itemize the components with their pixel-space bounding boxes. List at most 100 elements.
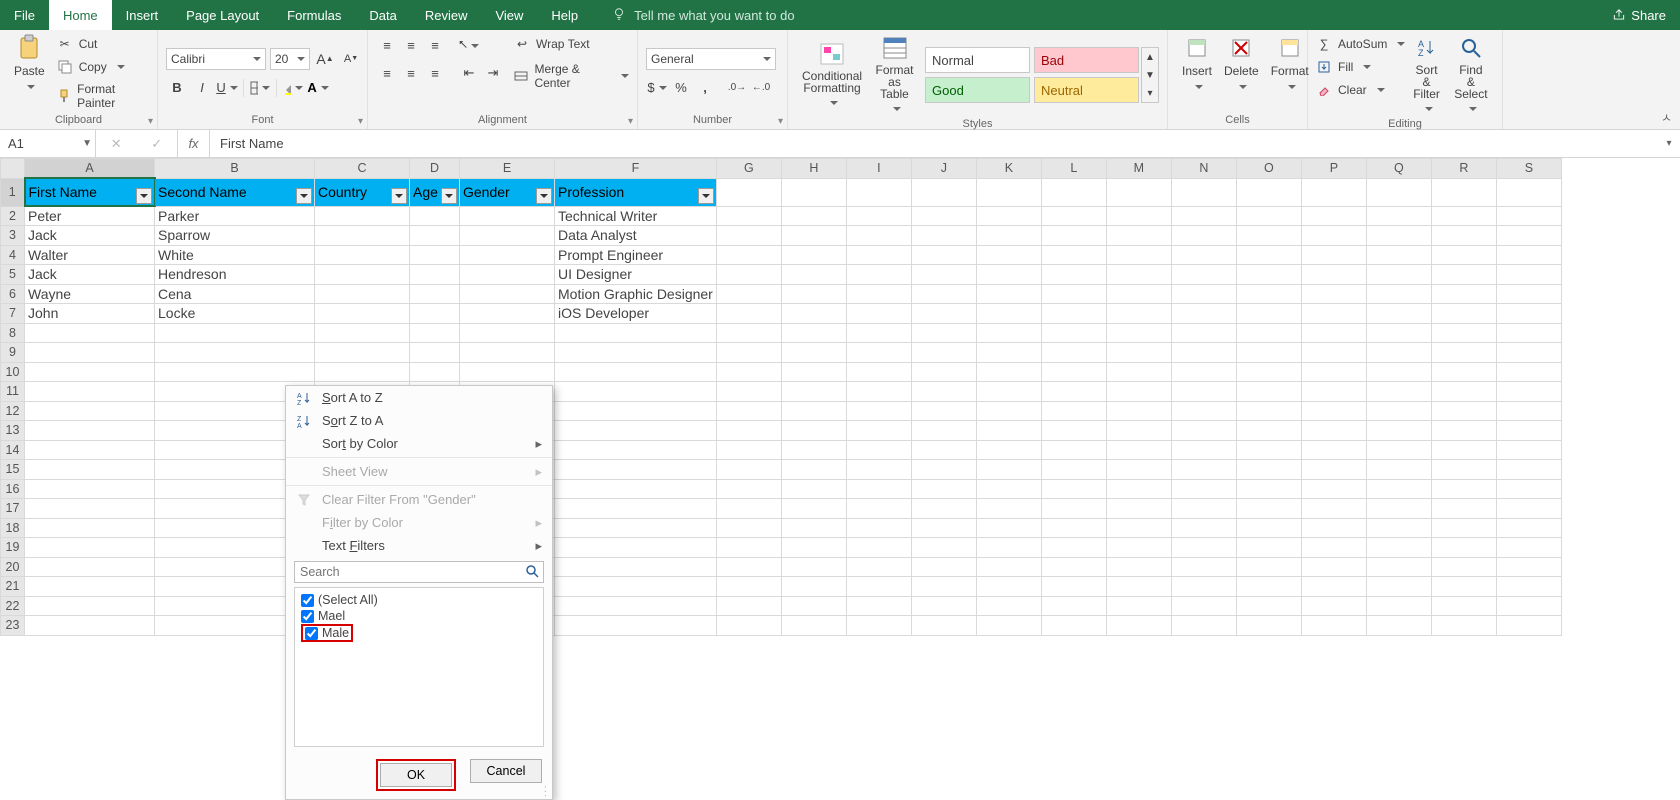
cell[interactable] xyxy=(1106,596,1171,616)
cell[interactable] xyxy=(1236,401,1301,421)
column-header[interactable]: D xyxy=(410,159,460,179)
cell[interactable] xyxy=(1366,245,1431,265)
cell[interactable] xyxy=(1041,577,1106,597)
cell[interactable] xyxy=(911,226,976,246)
cell[interactable] xyxy=(25,382,155,402)
cell[interactable] xyxy=(25,460,155,480)
cell[interactable] xyxy=(1171,577,1236,597)
cell[interactable] xyxy=(781,265,846,285)
cell[interactable] xyxy=(1106,304,1171,324)
cell[interactable] xyxy=(315,245,410,265)
cell[interactable] xyxy=(1431,440,1496,460)
cell[interactable] xyxy=(1431,401,1496,421)
cell[interactable] xyxy=(1106,226,1171,246)
cell[interactable] xyxy=(781,499,846,519)
cell[interactable] xyxy=(1171,557,1236,577)
cell[interactable] xyxy=(911,577,976,597)
align-top-icon[interactable]: ≡ xyxy=(376,34,398,56)
cell[interactable] xyxy=(460,304,555,324)
cell[interactable] xyxy=(1236,518,1301,538)
cell[interactable] xyxy=(555,557,717,577)
cell[interactable] xyxy=(1041,382,1106,402)
cell[interactable] xyxy=(1106,460,1171,480)
cell[interactable] xyxy=(1366,518,1431,538)
cell[interactable] xyxy=(25,538,155,558)
cell[interactable] xyxy=(1171,460,1236,480)
cell[interactable] xyxy=(25,596,155,616)
cell[interactable] xyxy=(976,226,1041,246)
format-as-table-button[interactable]: Format as Table xyxy=(868,34,921,116)
row-header[interactable]: 4 xyxy=(1,245,25,265)
cell[interactable] xyxy=(846,343,911,363)
filter-button[interactable] xyxy=(698,188,714,204)
cell[interactable] xyxy=(315,323,410,343)
cell[interactable] xyxy=(1431,596,1496,616)
cell[interactable] xyxy=(1236,284,1301,304)
column-header[interactable]: P xyxy=(1301,159,1366,179)
cell[interactable] xyxy=(1106,518,1171,538)
row-header[interactable]: 21 xyxy=(1,577,25,597)
cell[interactable] xyxy=(976,284,1041,304)
cell[interactable] xyxy=(1041,284,1106,304)
cell[interactable] xyxy=(1041,616,1106,636)
cell[interactable] xyxy=(1171,284,1236,304)
cell[interactable] xyxy=(1236,265,1301,285)
cell[interactable] xyxy=(555,479,717,499)
cell[interactable] xyxy=(781,304,846,324)
cell[interactable] xyxy=(315,362,410,382)
cell[interactable] xyxy=(1496,499,1561,519)
cell[interactable] xyxy=(976,362,1041,382)
align-bottom-icon[interactable]: ≡ xyxy=(424,34,446,56)
cell[interactable] xyxy=(716,596,781,616)
cell[interactable] xyxy=(25,479,155,499)
cell[interactable] xyxy=(911,499,976,519)
cell[interactable] xyxy=(1366,401,1431,421)
underline-button[interactable]: U xyxy=(216,77,238,99)
column-header[interactable]: L xyxy=(1041,159,1106,179)
cell[interactable] xyxy=(1301,226,1366,246)
merge-center-button[interactable]: Merge & Center xyxy=(514,60,629,92)
cell[interactable] xyxy=(716,577,781,597)
cell[interactable] xyxy=(1496,596,1561,616)
cell[interactable] xyxy=(1366,178,1431,206)
cell[interactable] xyxy=(976,499,1041,519)
cell[interactable] xyxy=(846,245,911,265)
cell[interactable] xyxy=(1301,304,1366,324)
row-header[interactable]: 6 xyxy=(1,284,25,304)
cell[interactable] xyxy=(555,440,717,460)
cell[interactable] xyxy=(1106,538,1171,558)
cell[interactable] xyxy=(716,401,781,421)
cell[interactable] xyxy=(716,284,781,304)
cell[interactable] xyxy=(1041,226,1106,246)
percent-format-icon[interactable]: % xyxy=(670,76,692,98)
cell[interactable] xyxy=(1041,538,1106,558)
cell[interactable] xyxy=(1496,382,1561,402)
cell[interactable] xyxy=(1106,479,1171,499)
cell[interactable] xyxy=(1496,206,1561,226)
cell[interactable] xyxy=(1236,206,1301,226)
accounting-format-icon[interactable]: $ xyxy=(646,76,668,98)
cell[interactable] xyxy=(1301,440,1366,460)
cell[interactable] xyxy=(1301,245,1366,265)
cell[interactable] xyxy=(846,323,911,343)
cell[interactable] xyxy=(1431,460,1496,480)
cell[interactable] xyxy=(846,226,911,246)
cell[interactable] xyxy=(555,382,717,402)
cell[interactable] xyxy=(460,323,555,343)
column-header[interactable]: O xyxy=(1236,159,1301,179)
cell[interactable] xyxy=(1496,226,1561,246)
cell[interactable] xyxy=(555,343,717,363)
cell[interactable] xyxy=(155,343,315,363)
row-header[interactable]: 18 xyxy=(1,518,25,538)
cell[interactable] xyxy=(1496,440,1561,460)
column-header[interactable]: M xyxy=(1106,159,1171,179)
cell[interactable] xyxy=(1041,499,1106,519)
cell[interactable] xyxy=(846,460,911,480)
cell[interactable] xyxy=(976,178,1041,206)
cell[interactable] xyxy=(1171,343,1236,363)
cell[interactable] xyxy=(1301,323,1366,343)
cell[interactable] xyxy=(716,440,781,460)
cell[interactable] xyxy=(716,323,781,343)
cell[interactable] xyxy=(1041,596,1106,616)
cell[interactable] xyxy=(911,460,976,480)
